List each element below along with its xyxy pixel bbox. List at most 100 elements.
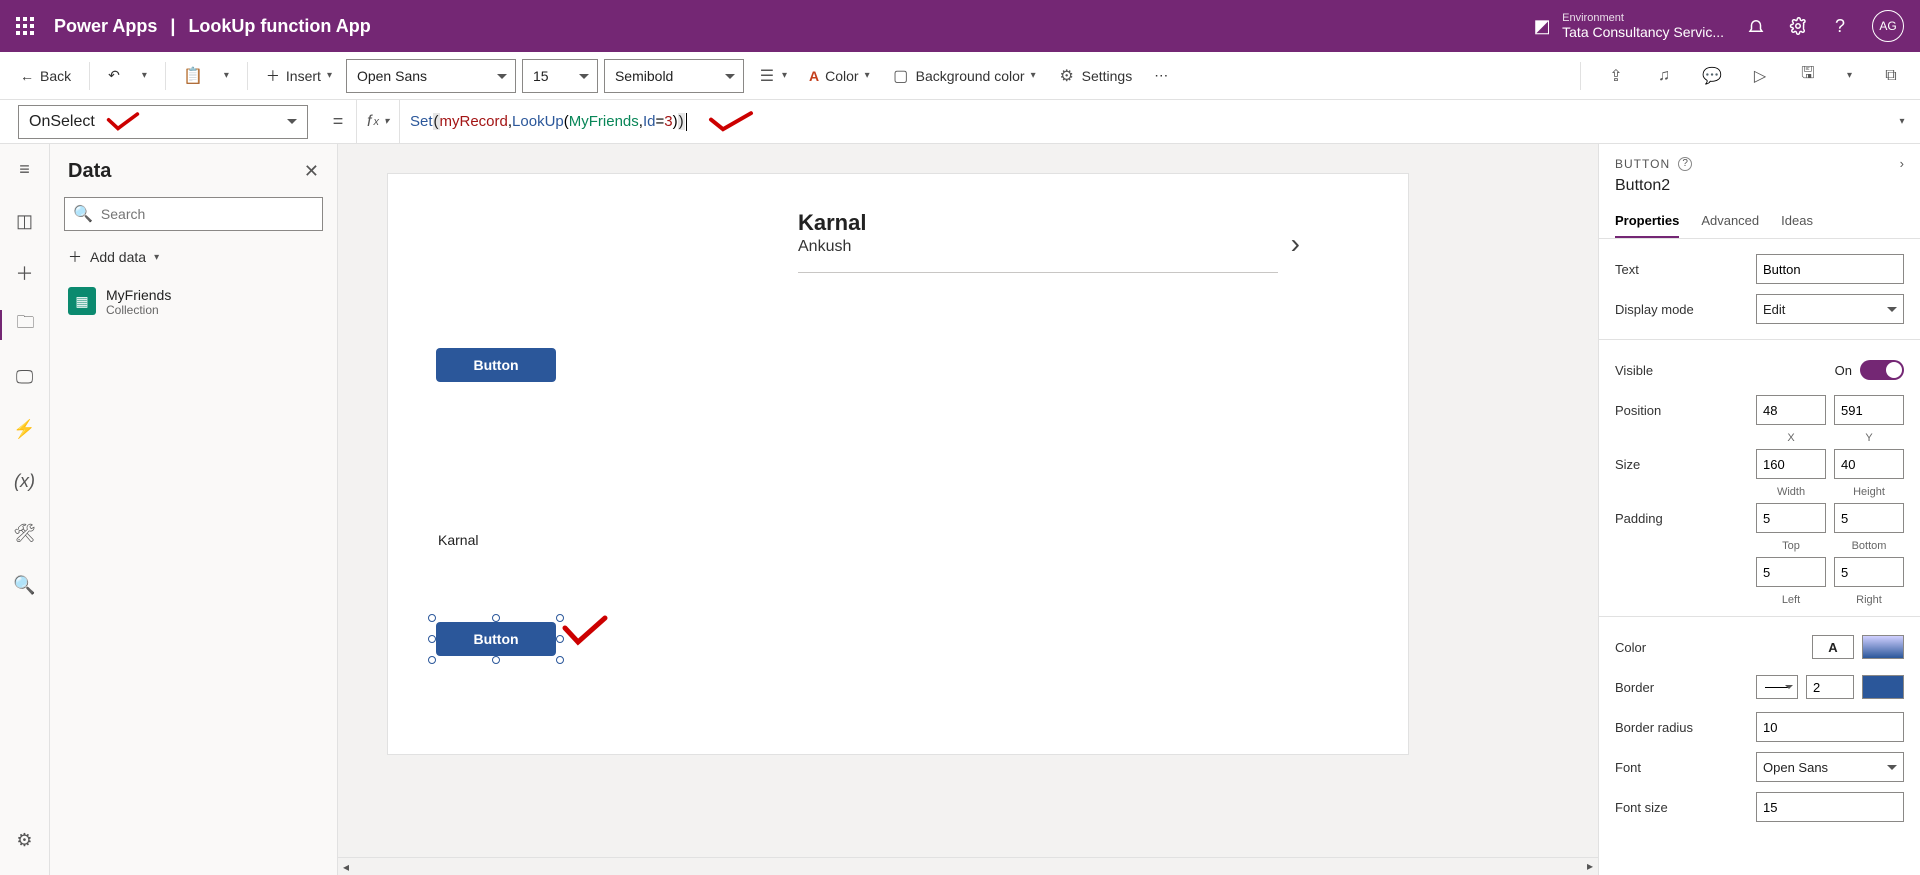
environment-picker[interactable]: ◩ Environment Tata Consultancy Servic...	[1532, 13, 1724, 40]
collection-icon: ▦	[68, 287, 96, 315]
gallery-card[interactable]: Karnal Ankush ›	[798, 210, 1288, 273]
text-label: Text	[1615, 262, 1756, 277]
settings-button[interactable]: ⚙ Settings	[1050, 63, 1141, 89]
insert-button[interactable]: ＋ Insert ▾	[258, 62, 340, 90]
padding-top-input[interactable]	[1756, 503, 1826, 533]
share-button[interactable]: ⇪	[1599, 63, 1633, 89]
align-icon: ☰	[758, 67, 776, 85]
height-input[interactable]	[1834, 449, 1904, 479]
padding-left-input[interactable]	[1756, 557, 1826, 587]
publish-button[interactable]: ⧉	[1874, 63, 1908, 89]
more-actions[interactable]: ⋯	[1146, 63, 1176, 88]
font-select[interactable]: Open Sans	[1756, 752, 1904, 782]
undo-icon: ↶	[108, 67, 120, 84]
tools-icon[interactable]: 🛠	[0, 518, 50, 548]
search-icon[interactable]: 🔍	[0, 570, 50, 600]
card-subtitle: Ankush	[798, 238, 1288, 256]
back-arrow-icon: ←	[20, 68, 34, 84]
font-size-input[interactable]: 15	[522, 59, 598, 93]
preview-button[interactable]: ▷	[1743, 63, 1777, 89]
border-radius-input[interactable]	[1756, 712, 1904, 742]
font-family-select[interactable]: Open Sans	[346, 59, 516, 93]
info-icon[interactable]: ?	[1678, 157, 1692, 171]
undo-button[interactable]: ↶	[100, 63, 128, 88]
fill-color-swatch[interactable]	[1862, 635, 1904, 659]
settings-rail-icon[interactable]: ⚙	[0, 825, 50, 855]
visible-toggle[interactable]	[1860, 360, 1904, 380]
paste-menu[interactable]: ▾	[216, 66, 237, 85]
display-mode-select[interactable]: Edit	[1756, 294, 1904, 324]
chevron-down-icon: ▾	[142, 70, 147, 81]
app-launcher-icon[interactable]	[16, 17, 34, 35]
properties-panel: BUTTON ? › Button2 Properties Advanced I…	[1598, 144, 1920, 875]
canvas-area: Karnal Ankush › Button Karnal Button ◂ ▸	[338, 144, 1598, 875]
title-separator: |	[170, 16, 175, 36]
bgcolor-label: Background color	[916, 68, 1025, 84]
chevron-right-icon[interactable]: ›	[1291, 228, 1300, 260]
notifications-icon[interactable]	[1746, 16, 1766, 36]
back-button[interactable]: ← Back	[12, 64, 79, 88]
width-input[interactable]	[1756, 449, 1826, 479]
border-style-select[interactable]	[1756, 675, 1798, 699]
border-width-input[interactable]	[1806, 675, 1854, 699]
position-x-input[interactable]	[1756, 395, 1826, 425]
clipboard-icon: 📋	[184, 67, 202, 85]
close-panel-icon[interactable]: ✕	[304, 161, 319, 182]
checker-button[interactable]: ♫	[1647, 63, 1681, 89]
text-input[interactable]	[1756, 254, 1904, 284]
help-icon[interactable]: ?	[1830, 16, 1850, 36]
data-pane-icon[interactable]: 🗀	[0, 310, 50, 340]
padding-right-input[interactable]	[1834, 557, 1904, 587]
property-select[interactable]: OnSelect	[18, 105, 308, 139]
add-data-button[interactable]: ＋ Add data ▾	[50, 241, 337, 273]
command-bar: ← Back ↶ ▾ 📋 ▾ ＋ Insert ▾ Open Sans 15 S…	[0, 52, 1920, 100]
font-weight-select[interactable]: Semibold	[604, 59, 744, 93]
tab-advanced[interactable]: Advanced	[1701, 205, 1759, 238]
data-panel-title: Data	[68, 160, 111, 183]
app-canvas[interactable]: Karnal Ankush › Button Karnal Button	[388, 174, 1408, 754]
fx-indicator[interactable]: fx▾	[356, 100, 400, 143]
property-value: OnSelect	[29, 113, 95, 131]
button1[interactable]: Button	[436, 348, 556, 382]
border-color-swatch[interactable]	[1862, 675, 1904, 699]
formula-bar: OnSelect = fx▾ Set(myRecord, LookUp(MyFr…	[0, 100, 1920, 144]
position-label: Position	[1615, 403, 1756, 418]
scroll-left-icon[interactable]: ◂	[338, 859, 354, 875]
scroll-right-icon[interactable]: ▸	[1582, 858, 1598, 874]
power-automate-icon[interactable]: ⚡	[0, 414, 50, 444]
save-menu[interactable]: ▾	[1839, 66, 1860, 85]
horizontal-scrollbar[interactable]: ◂ ▸	[338, 857, 1598, 873]
search-input[interactable]	[99, 205, 314, 223]
text-color-swatch[interactable]: A	[1812, 635, 1854, 659]
undo-menu[interactable]: ▾	[134, 66, 155, 85]
add-icon[interactable]: ＋	[0, 258, 50, 288]
data-search[interactable]: 🔍	[64, 197, 323, 231]
text-color-button[interactable]: A Color ▾	[801, 64, 878, 88]
font-label: Font	[1615, 760, 1756, 775]
font-size-input[interactable]	[1756, 792, 1904, 822]
paste-button[interactable]: 📋	[176, 63, 210, 89]
formula-input[interactable]: Set(myRecord, LookUp(MyFriends, Id =3))	[400, 110, 1884, 134]
tab-ideas[interactable]: Ideas	[1781, 205, 1813, 238]
user-avatar[interactable]: AG	[1872, 10, 1904, 42]
media-icon[interactable]: 🖵	[0, 362, 50, 392]
padding-bottom-input[interactable]	[1834, 503, 1904, 533]
border-radius-label: Border radius	[1615, 720, 1756, 735]
button2-selected[interactable]: Button	[436, 622, 556, 656]
stethoscope-icon: ♫	[1655, 67, 1673, 85]
tab-properties[interactable]: Properties	[1615, 205, 1679, 238]
tree-view-icon[interactable]: ≡	[0, 154, 50, 184]
data-source-item[interactable]: ▦ MyFriends Collection	[60, 279, 327, 325]
align-button[interactable]: ☰▾	[750, 63, 795, 89]
plus-icon: ＋	[68, 247, 82, 267]
insert-pane-icon[interactable]: ◫	[0, 206, 50, 236]
save-button[interactable]: 🖫	[1791, 63, 1825, 89]
position-y-input[interactable]	[1834, 395, 1904, 425]
settings-icon[interactable]	[1788, 16, 1808, 36]
formula-expand[interactable]: ▾	[1884, 116, 1920, 127]
comments-button[interactable]: 💬	[1695, 63, 1729, 89]
variables-icon[interactable]: (x)	[0, 466, 50, 496]
chevron-down-icon: ▾	[327, 70, 332, 81]
panel-expand-icon[interactable]: ›	[1900, 156, 1904, 171]
bg-color-button[interactable]: ▢ Background color ▾	[884, 63, 1044, 89]
